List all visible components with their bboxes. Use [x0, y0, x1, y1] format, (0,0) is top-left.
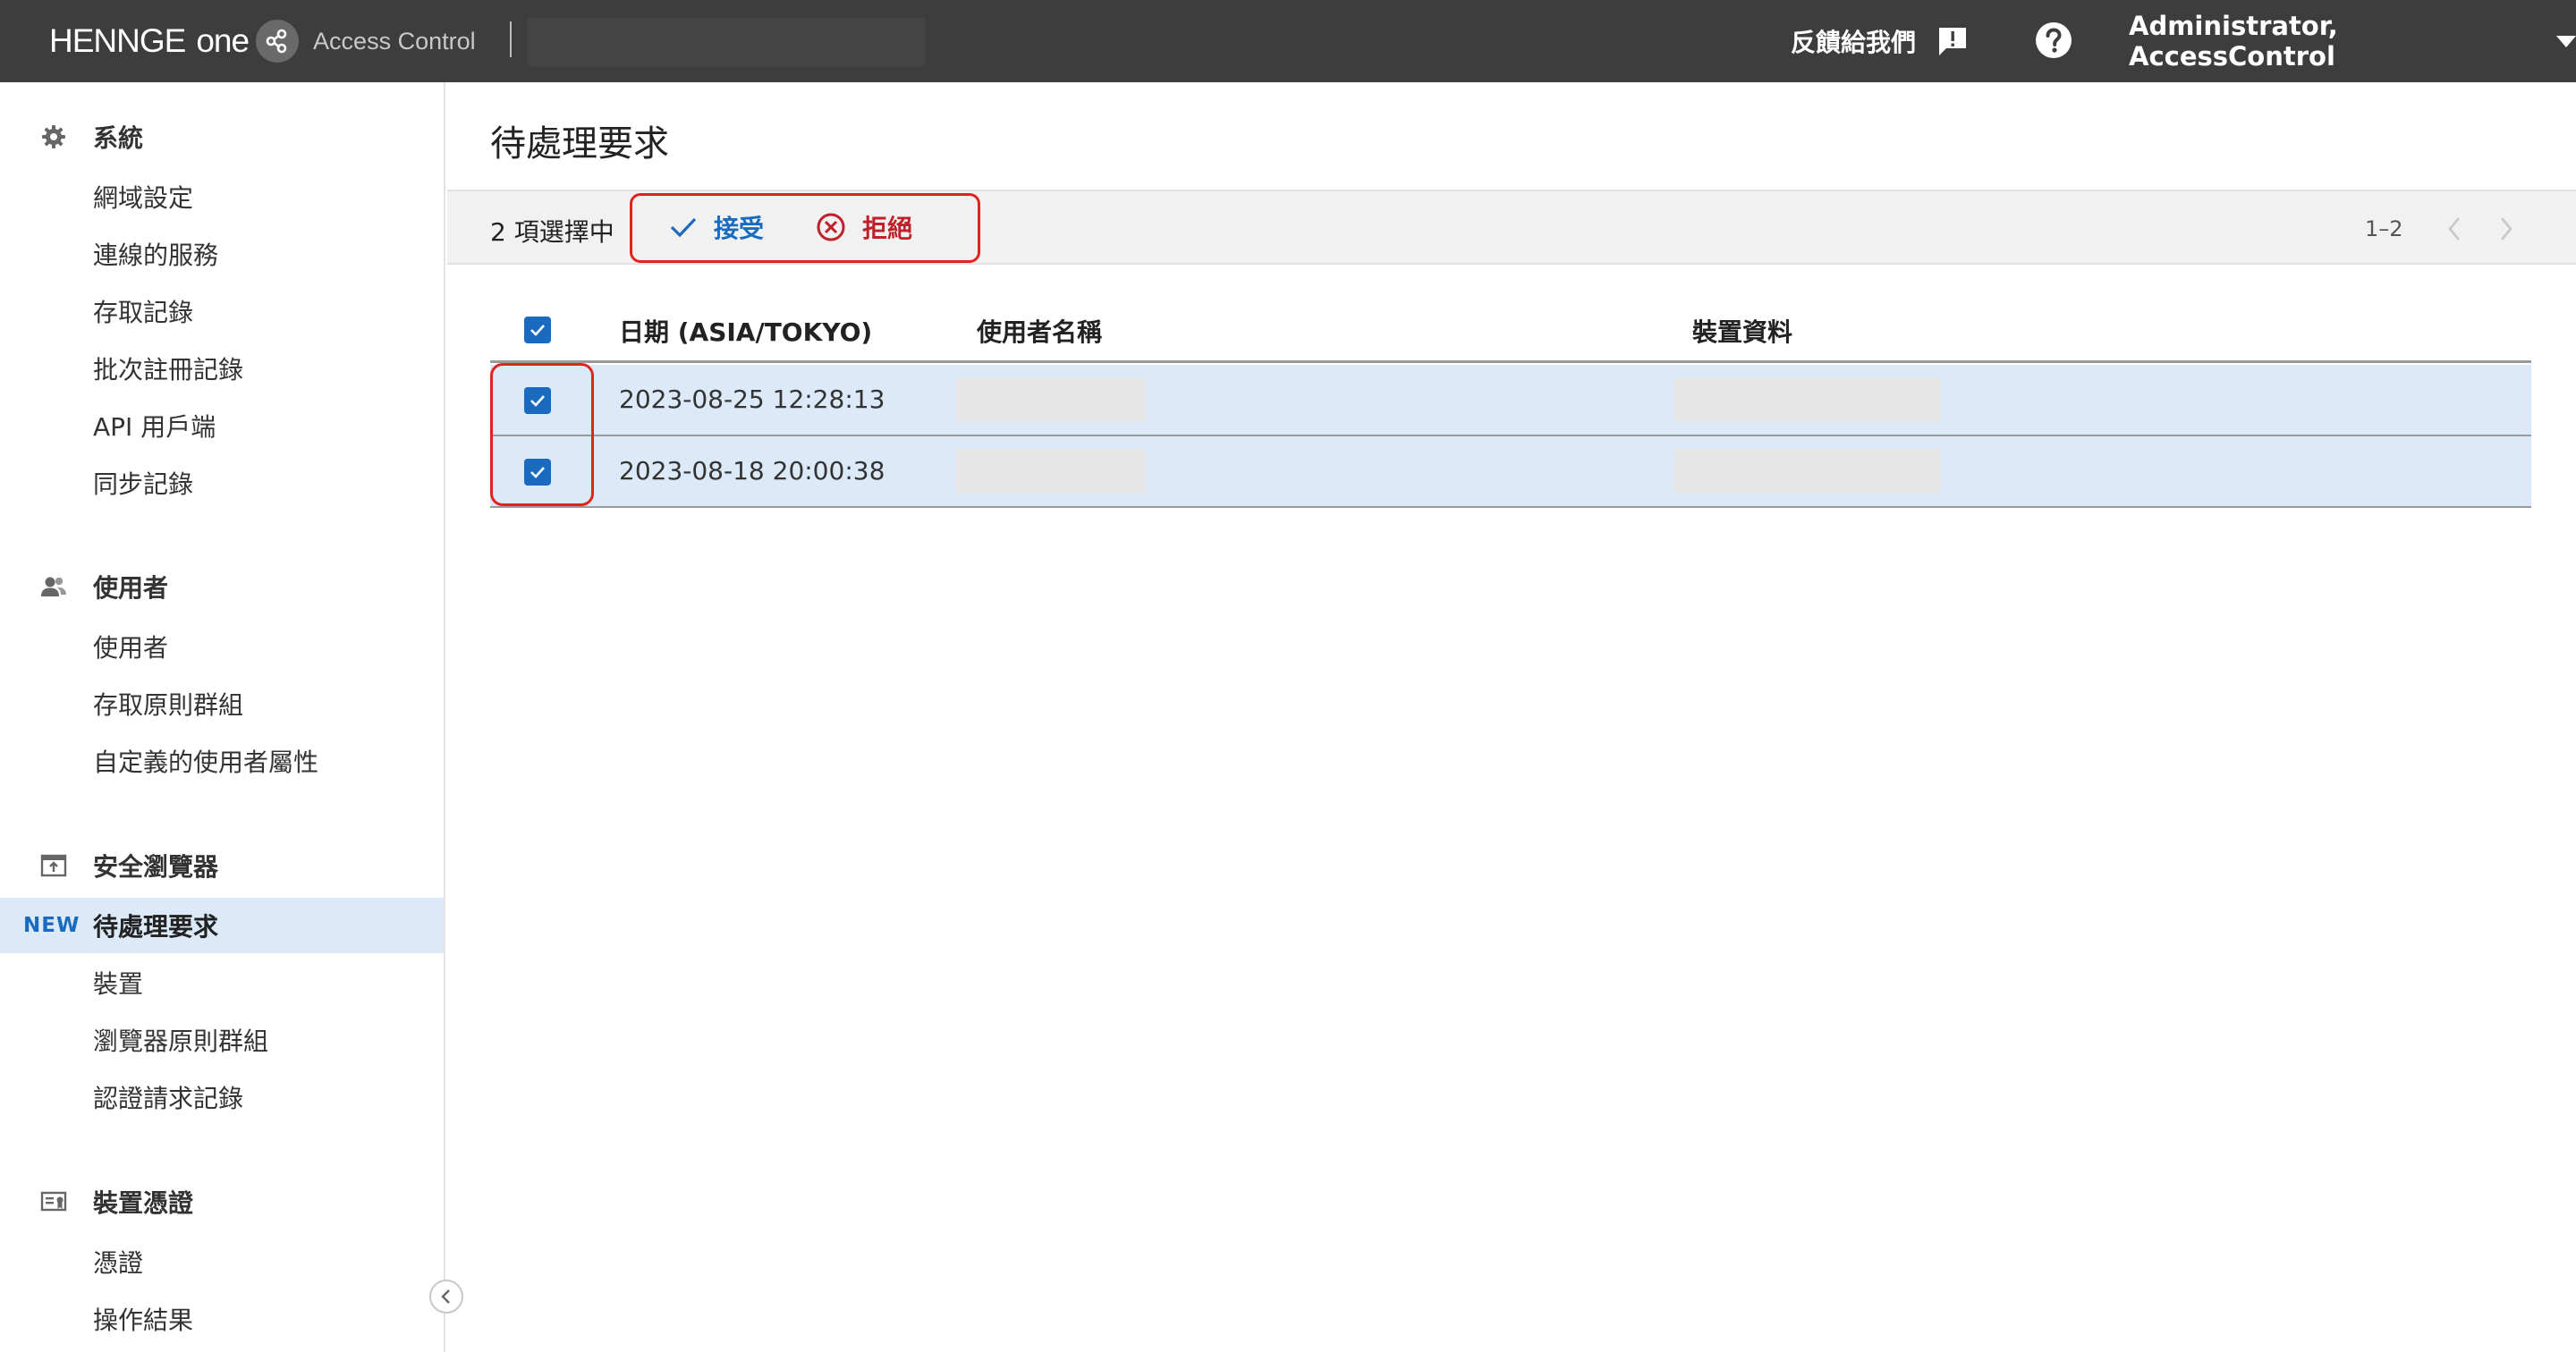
request-date: 2023-08-25 12:28:13 — [619, 384, 886, 414]
sidebar-item-label: 裝置 — [93, 969, 144, 999]
chevron-left-icon — [2448, 217, 2460, 241]
column-header-date[interactable]: 日期 (ASIA/TOKYO) — [619, 313, 872, 349]
sidebar: 系統 網域設定 連線的服務 存取記錄 批次註冊記錄 API 用戶端 同步記錄 使… — [0, 82, 445, 1352]
column-header-username[interactable]: 使用者名稱 — [977, 313, 1102, 349]
certificate-icon — [39, 1187, 68, 1216]
sidebar-item-pending-requests[interactable]: NEW 待處理要求 — [0, 898, 444, 953]
sidebar-item-label: API 用戶端 — [93, 412, 216, 442]
sidebar-item-auth-request-logs[interactable]: 認證請求記錄 — [0, 1069, 444, 1125]
select-all-checkbox[interactable] — [524, 317, 551, 343]
users-icon — [39, 572, 68, 601]
checkmark-icon — [530, 325, 545, 336]
sidebar-section-title: 系統 — [93, 123, 144, 153]
bulk-action-bar: 2 項選擇中 接受 拒絕 1–2 — [447, 190, 2576, 265]
sidebar-item-access-policy-groups[interactable]: 存取原則群組 — [0, 676, 444, 731]
sidebar-section-secure-browser: 安全瀏覽器 — [0, 846, 444, 885]
sidebar-section-title: 安全瀏覽器 — [93, 852, 219, 882]
sidebar-item-label: 待處理要求 — [93, 912, 219, 942]
accept-button[interactable]: 接受 — [669, 207, 764, 247]
sidebar-item-api-clients[interactable]: API 用戶端 — [0, 398, 444, 453]
sidebar-item-label: 認證請求記錄 — [93, 1084, 244, 1113]
gear-icon — [39, 123, 68, 151]
new-badge: NEW — [23, 914, 80, 937]
sidebar-section-title: 使用者 — [93, 573, 169, 603]
browser-icon — [39, 851, 68, 880]
sidebar-item-label: 憑證 — [93, 1248, 144, 1278]
sidebar-item-custom-user-attributes[interactable]: 自定義的使用者屬性 — [0, 733, 444, 789]
brand-one-text: one — [196, 22, 250, 59]
sidebar-item-label: 瀏覽器原則群組 — [93, 1027, 269, 1056]
sidebar-item-devices[interactable]: 裝置 — [0, 955, 444, 1010]
sidebar-item-label: 同步記錄 — [93, 469, 194, 499]
page-title: 待處理要求 — [490, 123, 669, 165]
help-icon[interactable] — [2034, 21, 2073, 60]
check-icon — [670, 217, 697, 238]
chevron-right-icon — [2501, 217, 2512, 241]
caret-down-icon — [2556, 35, 2576, 47]
sidebar-section-device-certificates: 裝置憑證 — [0, 1182, 444, 1221]
feedback-button[interactable]: 反饋給我們 — [1791, 21, 1970, 61]
sidebar-item-operation-results[interactable]: 操作結果 — [0, 1291, 444, 1347]
user-menu[interactable]: Administrator, AccessControl — [2129, 11, 2576, 72]
next-page-button[interactable] — [2490, 211, 2522, 247]
brand-logo[interactable]: HENNGE one Access Control — [49, 20, 476, 63]
sidebar-section-title: 裝置憑證 — [93, 1188, 194, 1218]
sidebar-item-connected-services[interactable]: 連線的服務 — [0, 226, 444, 282]
username-redacted — [955, 449, 1145, 494]
share-icon — [256, 20, 300, 63]
tenant-name-redacted — [528, 18, 925, 66]
chevron-left-icon — [441, 1289, 450, 1304]
sidebar-collapse-button[interactable] — [429, 1280, 463, 1314]
reject-label: 拒絕 — [862, 214, 913, 243]
sidebar-item-certificates[interactable]: 憑證 — [0, 1234, 444, 1289]
row-checkboxes-highlight — [490, 363, 594, 506]
device-info-redacted — [1674, 449, 1941, 494]
sidebar-item-sync-logs[interactable]: 同步記錄 — [0, 455, 444, 511]
feedback-label: 反饋給我們 — [1791, 28, 1917, 57]
table-row[interactable]: 2023-08-25 12:28:13 — [490, 365, 2531, 436]
sidebar-item-label: 批次註冊記錄 — [93, 355, 244, 384]
sidebar-item-users[interactable]: 使用者 — [0, 619, 444, 674]
cancel-circle-icon — [817, 213, 845, 241]
top-navigation-bar: HENNGE one Access Control 反饋給我們 Administ… — [0, 0, 2576, 82]
request-date: 2023-08-18 20:00:38 — [619, 456, 886, 486]
reject-button[interactable]: 拒絕 — [816, 207, 912, 247]
sidebar-item-access-logs[interactable]: 存取記錄 — [0, 283, 444, 339]
topbar-divider — [510, 21, 512, 57]
app-name: Access Control — [313, 27, 476, 55]
username-redacted — [955, 377, 1145, 422]
table-header: 日期 (ASIA/TOKYO) 使用者名稱 裝置資料 — [490, 295, 2531, 363]
sidebar-item-browser-policy-groups[interactable]: 瀏覽器原則群組 — [0, 1012, 444, 1068]
column-header-device-info[interactable]: 裝置資料 — [1692, 313, 1792, 349]
sidebar-item-label: 存取原則群組 — [93, 690, 244, 720]
previous-page-button[interactable] — [2438, 211, 2470, 247]
table-row[interactable]: 2023-08-18 20:00:38 — [490, 436, 2531, 508]
sidebar-section-system: 系統 — [0, 117, 444, 156]
sidebar-item-domain-settings[interactable]: 網域設定 — [0, 169, 444, 224]
sidebar-item-label: 連線的服務 — [93, 241, 219, 270]
sidebar-item-label: 自定義的使用者屬性 — [93, 748, 319, 777]
user-name: Administrator, AccessControl — [2129, 11, 2338, 72]
sidebar-item-label: 使用者 — [93, 633, 169, 663]
sidebar-section-users: 使用者 — [0, 567, 444, 606]
brand-wordmark: HENNGE — [49, 22, 186, 59]
selection-count: 2 項選擇中 — [490, 217, 614, 247]
pagination-range: 1–2 — [2365, 216, 2403, 241]
sidebar-item-label: 操作結果 — [93, 1306, 194, 1335]
sidebar-item-label: 網域設定 — [93, 183, 194, 213]
sidebar-item-batch-registration-logs[interactable]: 批次註冊記錄 — [0, 341, 444, 396]
sidebar-item-label: 存取記錄 — [93, 298, 194, 327]
feedback-icon — [1936, 24, 1970, 58]
accept-label: 接受 — [714, 214, 765, 243]
device-info-redacted — [1674, 377, 1941, 422]
